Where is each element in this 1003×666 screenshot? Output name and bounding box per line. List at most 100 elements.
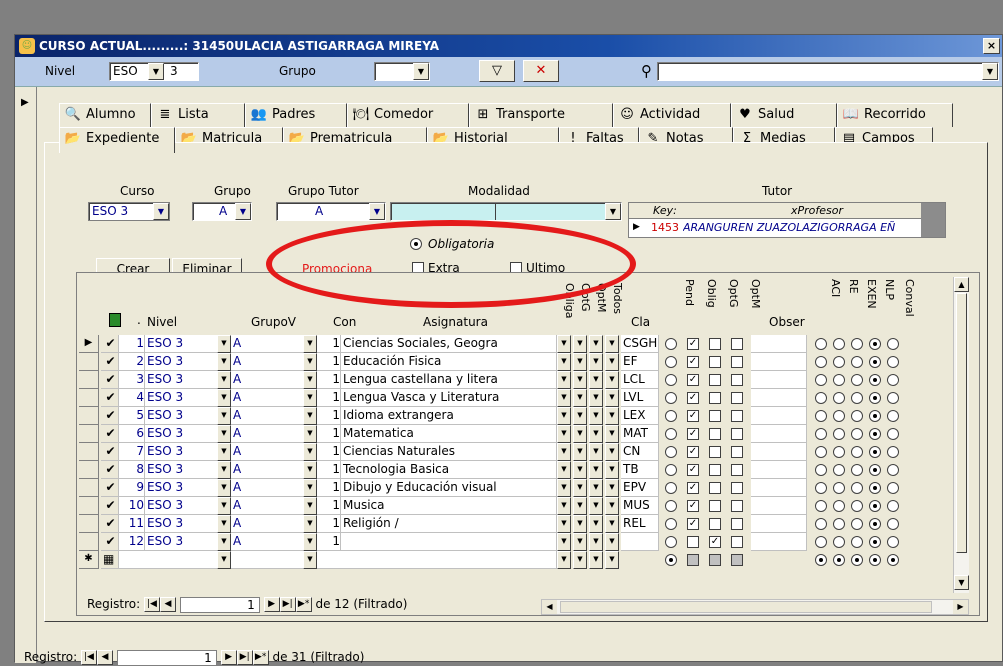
filter-button[interactable]: ▽ [479,60,515,82]
tab-lista[interactable]: ≣ Lista [151,103,245,127]
pend-radio[interactable] [665,446,677,458]
pend-radio[interactable] [665,374,677,386]
re-radio[interactable] [833,500,845,512]
chevron-down-icon[interactable]: ▼ [217,515,231,533]
optg-checkbox[interactable] [709,464,721,476]
optg-checkbox[interactable] [709,446,721,458]
chevron-down-icon[interactable]: ▼ [303,533,317,551]
conval-radio[interactable] [887,410,899,422]
chevron-down-icon[interactable]: ▼ [982,63,998,80]
chevron-down-icon[interactable]: ▼ [303,551,317,569]
con-cell[interactable]: 1 [317,533,341,551]
nlp-radio[interactable] [869,428,881,440]
chevron-down-icon[interactable]: ▼ [303,407,317,425]
next-record-button[interactable]: ▶ [220,650,237,665]
chevron-down-icon[interactable]: ▼ [589,443,603,461]
oblig-checkbox[interactable]: ✓ [687,500,699,512]
optm-checkbox[interactable] [731,446,743,458]
grid-vertical-scrollbar[interactable]: ▲ ▼ [953,277,969,593]
modalidad-combo[interactable]: ▼ [390,202,622,221]
aci-radio[interactable] [815,482,827,494]
exen-radio[interactable] [851,428,863,440]
cla-cell[interactable]: TB [621,461,659,479]
first-record-button[interactable]: |◀ [143,597,160,612]
optm-checkbox[interactable] [731,338,743,350]
chevron-down-icon[interactable]: ▼ [303,425,317,443]
aci-radio[interactable] [815,518,827,530]
optm-checkbox[interactable] [731,356,743,368]
exen-radio[interactable] [851,518,863,530]
exen-radio[interactable] [851,464,863,476]
asignatura-cell[interactable]: Ciencias Naturales [341,443,557,461]
row-selector[interactable] [79,389,99,407]
tab-recorrido[interactable]: 📖 Recorrido [837,103,953,127]
pend-radio[interactable] [665,338,677,350]
conval-radio[interactable] [887,500,899,512]
grupo-combo[interactable]: ▼ [374,62,430,81]
curso-combo[interactable]: ESO 3 ▼ [88,202,170,221]
conval-radio[interactable] [887,518,899,530]
oblig-checkbox[interactable]: ✓ [687,464,699,476]
obser-cell[interactable] [751,425,807,443]
nlp-radio[interactable] [869,374,881,386]
chevron-down-icon[interactable]: ▼ [557,335,571,353]
tab-transporte[interactable]: ⊞ Transporte [469,103,613,127]
scroll-thumb[interactable] [956,293,967,553]
chevron-down-icon[interactable]: ▼ [369,203,385,220]
cla-cell[interactable]: LEX [621,407,659,425]
checkbox-null[interactable] [731,554,743,566]
chevron-down-icon[interactable]: ▼ [303,461,317,479]
scroll-up-button[interactable]: ▲ [954,277,969,292]
chevron-down-icon[interactable]: ▼ [589,479,603,497]
tutor-key[interactable]: 1453 [651,221,679,234]
row-selector[interactable]: ▶ [79,335,99,353]
nlp-radio[interactable] [869,482,881,494]
aci-radio[interactable] [815,392,827,404]
chevron-down-icon[interactable]: ▼ [605,425,619,443]
cla-cell[interactable]: MAT [621,425,659,443]
oblig-checkbox[interactable]: ✓ [687,446,699,458]
pend-radio[interactable] [665,554,677,566]
asignatura-cell[interactable]: Religión / [341,515,557,533]
aci-radio[interactable] [815,338,827,350]
oblig-checkbox[interactable]: ✓ [687,482,699,494]
scroll-right-button[interactable]: ▶ [953,600,968,614]
re-radio[interactable] [833,446,845,458]
asignatura-cell[interactable]: Idioma extrangera [341,407,557,425]
tab-salud[interactable]: ♥ Salud [731,103,837,127]
oblig-checkbox[interactable]: ✓ [687,410,699,422]
nlp-radio[interactable] [869,338,881,350]
search-combo[interactable]: ▼ [657,62,999,81]
obser-cell[interactable] [751,335,807,353]
con-cell[interactable]: 1 [317,515,341,533]
optm-checkbox[interactable] [731,410,743,422]
prev-record-button[interactable]: ◀ [159,597,176,612]
aci-radio[interactable] [815,374,827,386]
pend-radio[interactable] [665,536,677,548]
conval-radio[interactable] [887,428,899,440]
con-cell[interactable]: 1 [317,335,341,353]
chevron-down-icon[interactable]: ▼ [217,479,231,497]
tutor-list[interactable]: Key: xProfesor ▶ 1453 ARANGUREN ZUAZOLAZ… [628,202,946,238]
asignatura-cell[interactable]: Matematica [341,425,557,443]
chevron-down-icon[interactable]: ▼ [589,461,603,479]
checkbox-null[interactable] [687,554,699,566]
con-cell[interactable]: 1 [317,353,341,371]
asignatura-cell[interactable]: Ciencias Sociales, Geogra [341,335,557,353]
chevron-down-icon[interactable]: ▼ [413,63,429,80]
con-cell[interactable]: 1 [317,389,341,407]
optg-checkbox[interactable] [709,500,721,512]
row-selector[interactable] [79,497,99,515]
optm-checkbox[interactable] [731,536,743,548]
con-cell[interactable]: 1 [317,443,341,461]
chevron-down-icon[interactable]: ▼ [605,203,621,220]
nlp-radio[interactable] [869,392,881,404]
hscroll-thumb[interactable] [560,601,932,613]
oblig-checkbox[interactable]: ✓ [687,428,699,440]
nlp-radio[interactable] [869,464,881,476]
cla-cell[interactable]: MUS [621,497,659,515]
tab-actividad[interactable]: ☺ Actividad [613,103,731,127]
row-selector[interactable] [79,515,99,533]
optg-checkbox[interactable] [709,374,721,386]
row-selector[interactable] [79,461,99,479]
